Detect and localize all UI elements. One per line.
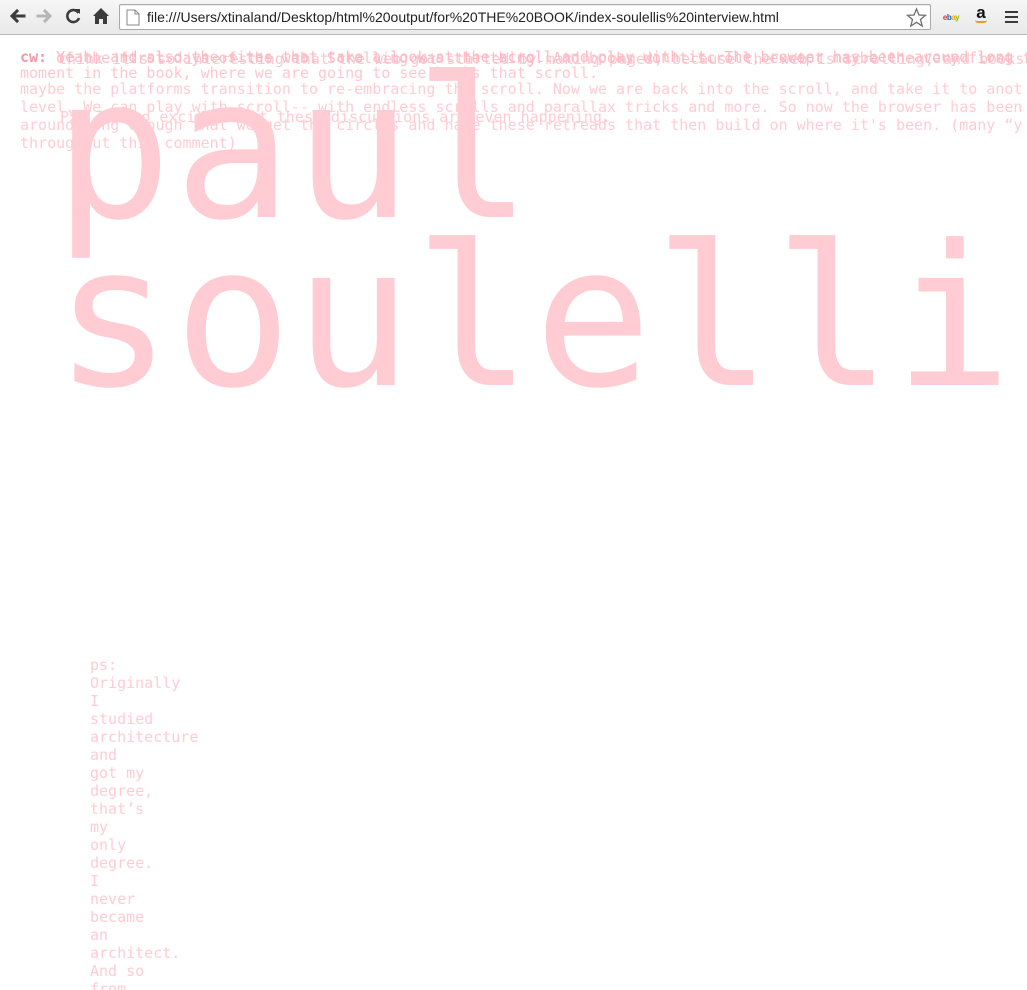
forward-arrow-icon bbox=[36, 8, 53, 24]
browser-toolbar: file:///Users/xtinaland/Desktop/html%20o… bbox=[0, 0, 1027, 35]
page-icon bbox=[126, 9, 140, 26]
name-last: soulellis bbox=[54, 204, 1027, 432]
column-word: got my bbox=[90, 764, 145, 782]
column-word: I bbox=[90, 872, 100, 890]
home-icon bbox=[93, 8, 109, 24]
forward-button[interactable] bbox=[34, 5, 56, 27]
column-word: only bbox=[90, 836, 127, 854]
column-word: became bbox=[90, 908, 145, 926]
bookmark-star-icon[interactable] bbox=[906, 7, 927, 28]
back-arrow-icon bbox=[9, 8, 26, 24]
column-word: architect. bbox=[90, 944, 181, 962]
column-word: from bbox=[90, 980, 127, 990]
column-word: studied bbox=[90, 710, 154, 728]
column-word: and bbox=[90, 746, 118, 764]
ebay-extension-icon[interactable]: ebay bbox=[939, 7, 963, 27]
column-word: I bbox=[90, 692, 100, 710]
interview-column: ps: Originally Istudied architecture and got … bbox=[90, 656, 210, 990]
browser-menu-button[interactable] bbox=[1001, 10, 1021, 24]
amazon-extension-icon[interactable]: a bbox=[972, 3, 990, 23]
column-word: an bbox=[90, 926, 109, 944]
reload-button[interactable] bbox=[62, 5, 84, 27]
interviewee-name-heading: paul soulellis bbox=[54, 52, 1027, 432]
column-word: architecture bbox=[90, 728, 199, 746]
column-word: degree, bbox=[90, 782, 154, 800]
column-word: Originally bbox=[90, 674, 181, 692]
column-word: that’s bbox=[90, 800, 145, 818]
back-button[interactable] bbox=[6, 5, 28, 27]
column-word: never bbox=[90, 890, 136, 908]
address-bar[interactable]: file:///Users/xtinaland/Desktop/html%20o… bbox=[119, 4, 931, 30]
column-word: my bbox=[90, 818, 109, 836]
column-word: ps: bbox=[90, 656, 118, 674]
column-word: degree. bbox=[90, 854, 154, 872]
reload-icon bbox=[66, 8, 81, 24]
page-viewport[interactable]: cw: Yeah, and also the sites that take a… bbox=[0, 36, 1027, 990]
url-text[interactable]: file:///Users/xtinaland/Desktop/html%20o… bbox=[147, 9, 779, 25]
home-button[interactable] bbox=[90, 5, 112, 27]
column-word: And so bbox=[90, 962, 145, 980]
